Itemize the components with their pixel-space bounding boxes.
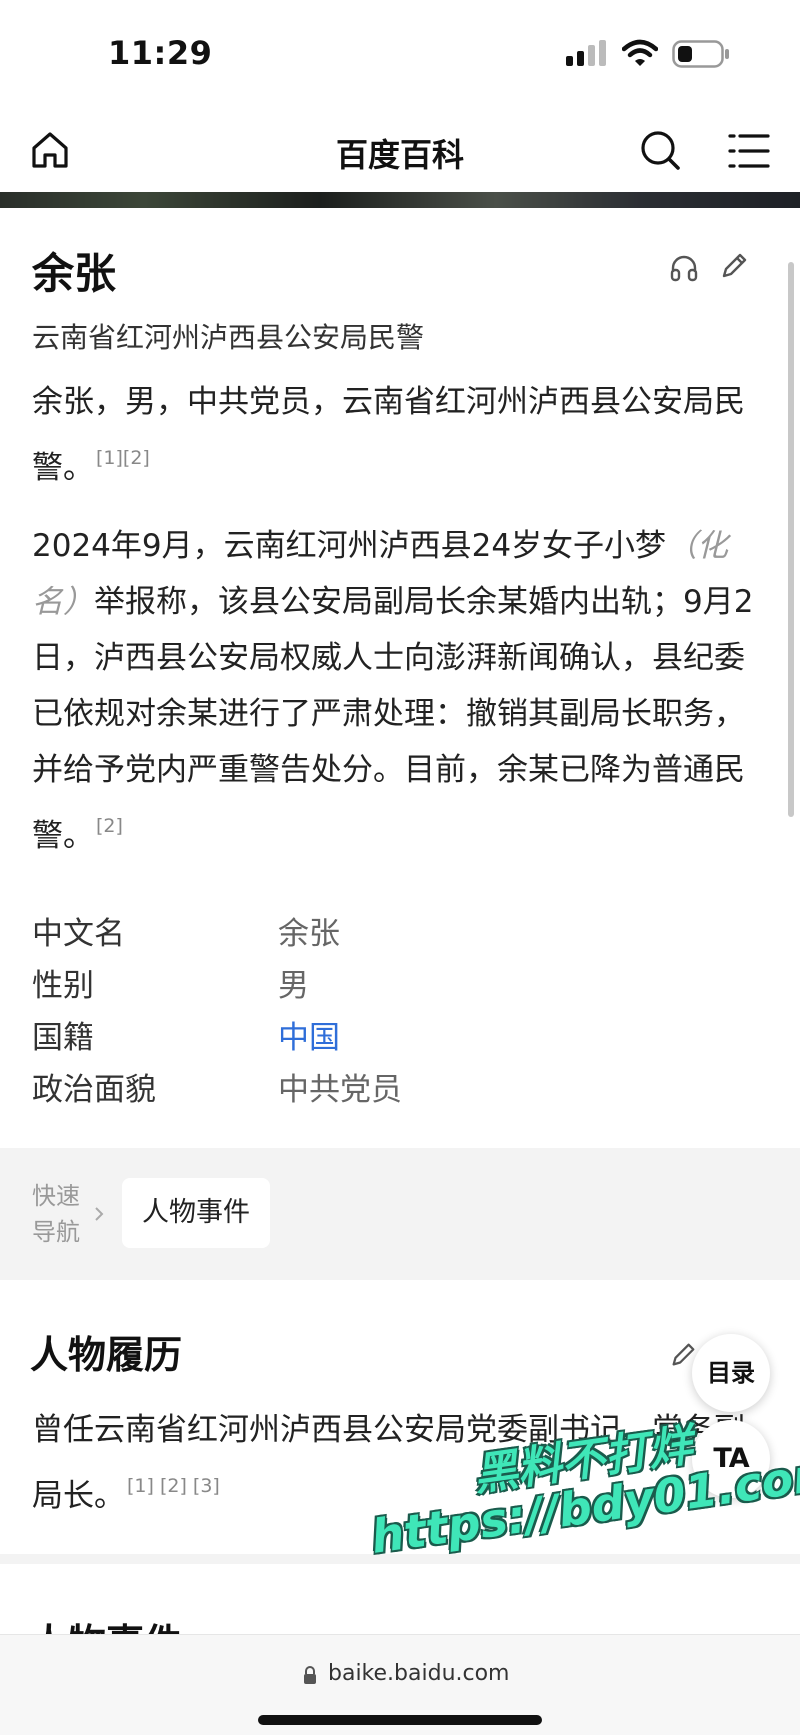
- citation-ref[interactable]: [1][2]: [96, 447, 150, 469]
- top-nav-bar: 百度百科: [0, 110, 800, 192]
- citation-ref[interactable]: [2]: [96, 815, 123, 837]
- summary-text: 举报称，该县公安局副局长余某婚内出轨；9月2日，泸西县公安局权威人士向澎湃新闻确…: [32, 584, 754, 854]
- entry-summary: 余张 云南省红河州泸西县公安局民警 余张，男，中共党员，云南省红河州泸西县公安局…: [0, 208, 800, 1148]
- status-time: 11:29: [108, 34, 213, 72]
- infobox-value: 男: [278, 968, 309, 1004]
- summary-paragraph: 余张，男，中共党员，云南省红河州泸西县公安局民警。 [1][2]: [32, 374, 770, 496]
- lock-icon: [304, 1666, 316, 1684]
- browser-address-bar[interactable]: baike.baidu.com: [0, 1634, 800, 1735]
- entry-subtitle: 云南省红河州泸西县公安局民警: [32, 321, 425, 354]
- section-title: 人物履历: [30, 1333, 183, 1377]
- edit-icon[interactable]: [718, 250, 750, 282]
- infobox-key: 政治面貌: [32, 1072, 156, 1108]
- infobox-value: 中共党员: [278, 1072, 402, 1108]
- quick-nav-label: 快速导航: [32, 1182, 80, 1246]
- summary-text: 余张，男，中共党员，云南省红河州泸西县公安局民警。: [32, 384, 745, 486]
- scrollbar[interactable]: [788, 262, 794, 817]
- infobox-key: 国籍: [32, 1020, 94, 1056]
- infobox-row: 国籍 中国: [32, 1004, 772, 1056]
- signal-icon: [566, 40, 606, 66]
- infobox: 中文名 余张 性别 男 国籍 中国 政治面貌 中共党员: [32, 900, 772, 1108]
- chevron-right-icon: [95, 1207, 104, 1221]
- infobox-key: 中文名: [32, 916, 125, 952]
- home-indicator[interactable]: [258, 1715, 542, 1725]
- summary-text: 2024年9月，云南红河州泸西县24岁女子小梦: [32, 528, 667, 564]
- infobox-key: 性别: [32, 968, 94, 1004]
- hero-image-strip: [0, 192, 800, 208]
- status-bar: 11:29: [0, 0, 800, 100]
- infobox-row: 性别 男: [32, 952, 772, 1004]
- search-icon[interactable]: [638, 128, 682, 172]
- infobox-value: 余张: [278, 916, 340, 952]
- battery-icon: [672, 40, 729, 68]
- quick-nav: 快速导航 人物事件: [0, 1148, 800, 1280]
- infobox-row: 政治面貌 中共党员: [32, 1056, 772, 1108]
- quick-nav-chip[interactable]: 人物事件: [122, 1178, 270, 1248]
- audio-icon[interactable]: [668, 252, 700, 284]
- summary-paragraph: 2024年9月，云南红河州泸西县24岁女子小梦（化名）举报称，该县公安局副局长余…: [32, 518, 770, 864]
- citation-ref[interactable]: [1] [2] [3]: [127, 1475, 220, 1497]
- url-text[interactable]: baike.baidu.com: [328, 1661, 510, 1686]
- nationality-link[interactable]: 中国: [278, 1012, 340, 1057]
- entry-title: 余张: [32, 249, 117, 298]
- wifi-icon: [622, 39, 658, 66]
- section-title: 人物事件: [30, 1612, 182, 1634]
- infobox-row: 中文名 余张: [32, 900, 772, 952]
- menu-icon[interactable]: [728, 130, 772, 172]
